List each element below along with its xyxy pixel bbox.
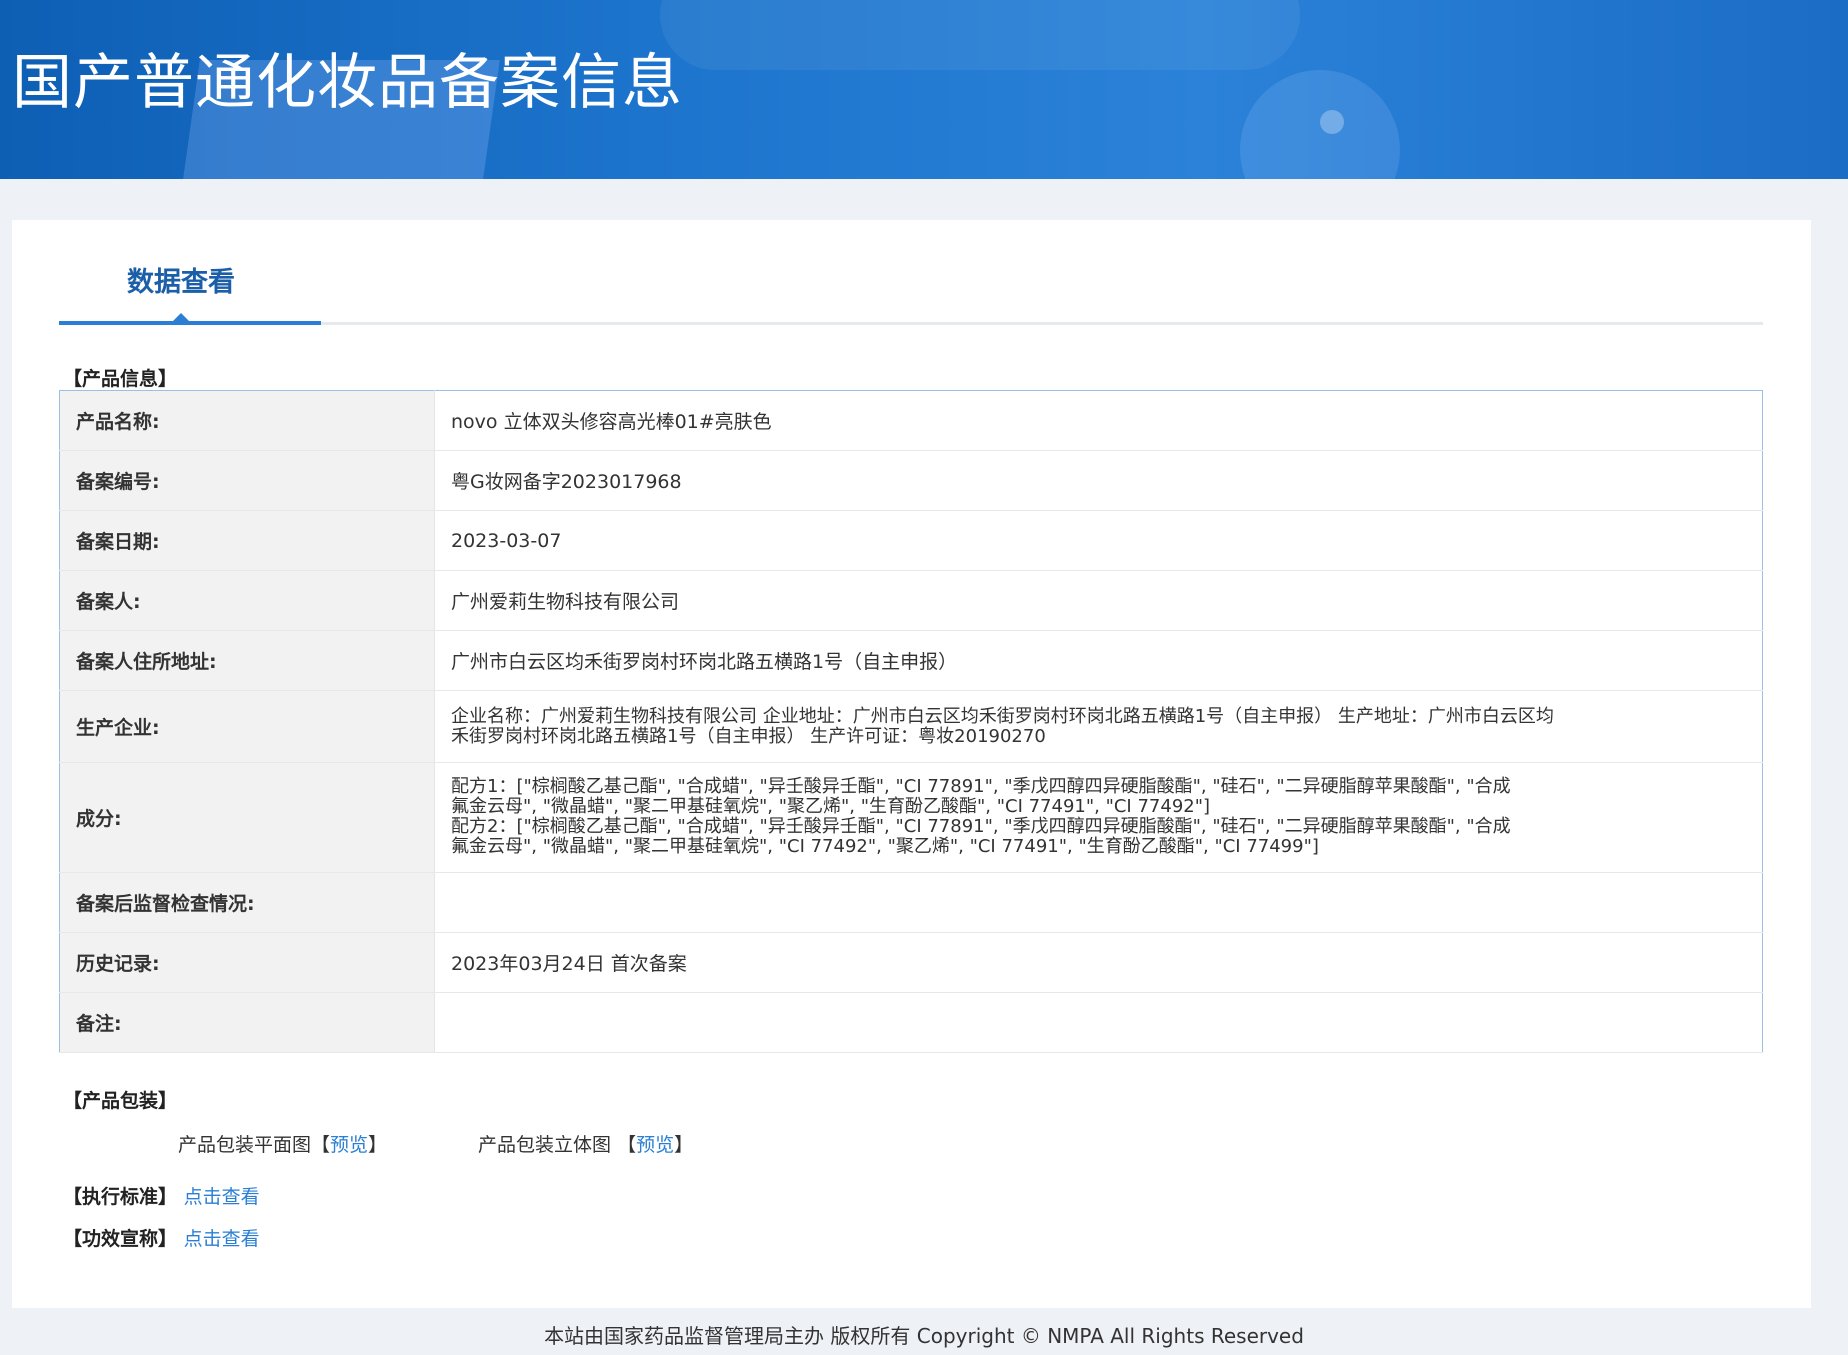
packaging-flat-label: 产品包装平面图 [178,1134,312,1156]
value-line: 企业名称：广州爱莉生物科技有限公司 企业地址：广州市白云区均禾街罗岗村环岗北路五… [451,705,1554,727]
tab-data-view[interactable]: 数据查看 [127,260,235,299]
tab-active-indicator [59,321,321,325]
row-value: 2023-03-07 [434,510,1763,571]
row-label: 产品名称: [59,390,435,451]
row-label: 成分: [59,762,435,873]
row-value: 企业名称：广州爱莉生物科技有限公司 企业地址：广州市白云区均禾街罗岗村环岗北路五… [434,690,1763,763]
table-row: 成分: 配方1：["棕榈酸乙基己酯", "合成蜡", "异壬酸异壬酯", "CI… [59,762,1763,873]
preview-solid-link[interactable]: 预览 [636,1134,674,1156]
value-line: 配方2：["棕榈酸乙基己酯", "合成蜡", "异壬酸异壬酯", "CI 778… [451,815,1511,837]
bracket-open: 【 [311,1134,331,1156]
table-row: 备案日期: 2023-03-07 [59,510,1763,571]
packaging-flat-item: 产品包装平面图【预览】 [178,1130,387,1157]
table-row: 备注: [59,992,1763,1053]
row-value: 广州市白云区均禾街罗岗村环岗北路五横路1号（自主申报） [434,630,1763,691]
row-label: 备案编号: [59,450,435,511]
table-row: 备案编号: 粤G妆网备字2023017968 [59,450,1763,511]
efficacy-view-link[interactable]: 点击查看 [184,1228,260,1250]
row-label: 生产企业: [59,690,435,763]
table-row: 备案后监督检查情况: [59,872,1763,933]
packaging-section-title: 【产品包装】 [63,1090,178,1112]
page-title: 国产普通化妆品备案信息 [12,48,683,118]
product-info-section-title: 【产品信息】 [63,368,178,390]
row-value: 粤G妆网备字2023017968 [434,450,1763,511]
bracket-open: 【 [617,1134,637,1156]
row-label: 备案日期: [59,510,435,571]
banner-decoration [1320,110,1344,134]
efficacy-label: 【功效宣称】 [63,1228,178,1250]
table-row: 历史记录: 2023年03月24日 首次备案 [59,932,1763,993]
row-value: 配方1：["棕榈酸乙基己酯", "合成蜡", "异壬酸异壬酯", "CI 778… [434,762,1763,873]
row-label: 备注: [59,992,435,1053]
efficacy-row: 【功效宣称】 点击查看 [63,1224,260,1251]
standards-label: 【执行标准】 [63,1186,178,1208]
packaging-solid-label: 产品包装立体图 [478,1134,612,1156]
value-line: 氟金云母", "微晶蜡", "聚二甲基硅氧烷", "CI 77492", "聚乙… [451,835,1319,857]
banner-decoration [660,0,1300,70]
row-value [434,872,1763,933]
row-label: 备案后监督检查情况: [59,872,435,933]
table-row: 备案人: 广州爱莉生物科技有限公司 [59,570,1763,631]
row-value: 广州爱莉生物科技有限公司 [434,570,1763,631]
bracket-close: 】 [368,1134,388,1156]
tab-bar: 数据查看 [59,260,1763,325]
row-label: 备案人: [59,570,435,631]
header-banner: 国产普通化妆品备案信息 [0,0,1848,179]
preview-flat-link[interactable]: 预览 [330,1134,368,1156]
table-row: 产品名称: novo 立体双头修容高光棒01#亮肤色 [59,390,1763,451]
row-value: novo 立体双头修容高光棒01#亮肤色 [434,390,1763,451]
product-info-table: 产品名称: novo 立体双头修容高光棒01#亮肤色 备案编号: 粤G妆网备字2… [59,390,1763,1053]
row-label: 备案人住所地址: [59,630,435,691]
standards-row: 【执行标准】 点击查看 [63,1182,260,1209]
row-value: 2023年03月24日 首次备案 [434,932,1763,993]
packaging-solid-item: 产品包装立体图 【预览】 [478,1130,693,1157]
table-row: 备案人住所地址: 广州市白云区均禾街罗岗村环岗北路五横路1号（自主申报） [59,630,1763,691]
value-line: 氟金云母", "微晶蜡", "聚二甲基硅氧烷", "聚乙烯", "生育酚乙酸酯"… [451,795,1211,817]
standards-view-link[interactable]: 点击查看 [184,1186,260,1208]
row-value [434,992,1763,1053]
bracket-close: 】 [674,1134,694,1156]
row-label: 历史记录: [59,932,435,993]
value-line: 配方1：["棕榈酸乙基己酯", "合成蜡", "异壬酸异壬酯", "CI 778… [451,775,1511,797]
value-line: 禾街罗岗村环岗北路五横路1号（自主申报） 生产许可证：粤妆20190270 [451,725,1046,747]
footer-copyright: 本站由国家药品监督管理局主办 版权所有 Copyright © NMPA All… [544,1324,1304,1348]
caret-up-icon [172,313,190,322]
content-card: 数据查看 【产品信息】 产品名称: novo 立体双头修容高光棒01#亮肤色 备… [12,220,1811,1308]
table-row: 生产企业: 企业名称：广州爱莉生物科技有限公司 企业地址：广州市白云区均禾街罗岗… [59,690,1763,763]
